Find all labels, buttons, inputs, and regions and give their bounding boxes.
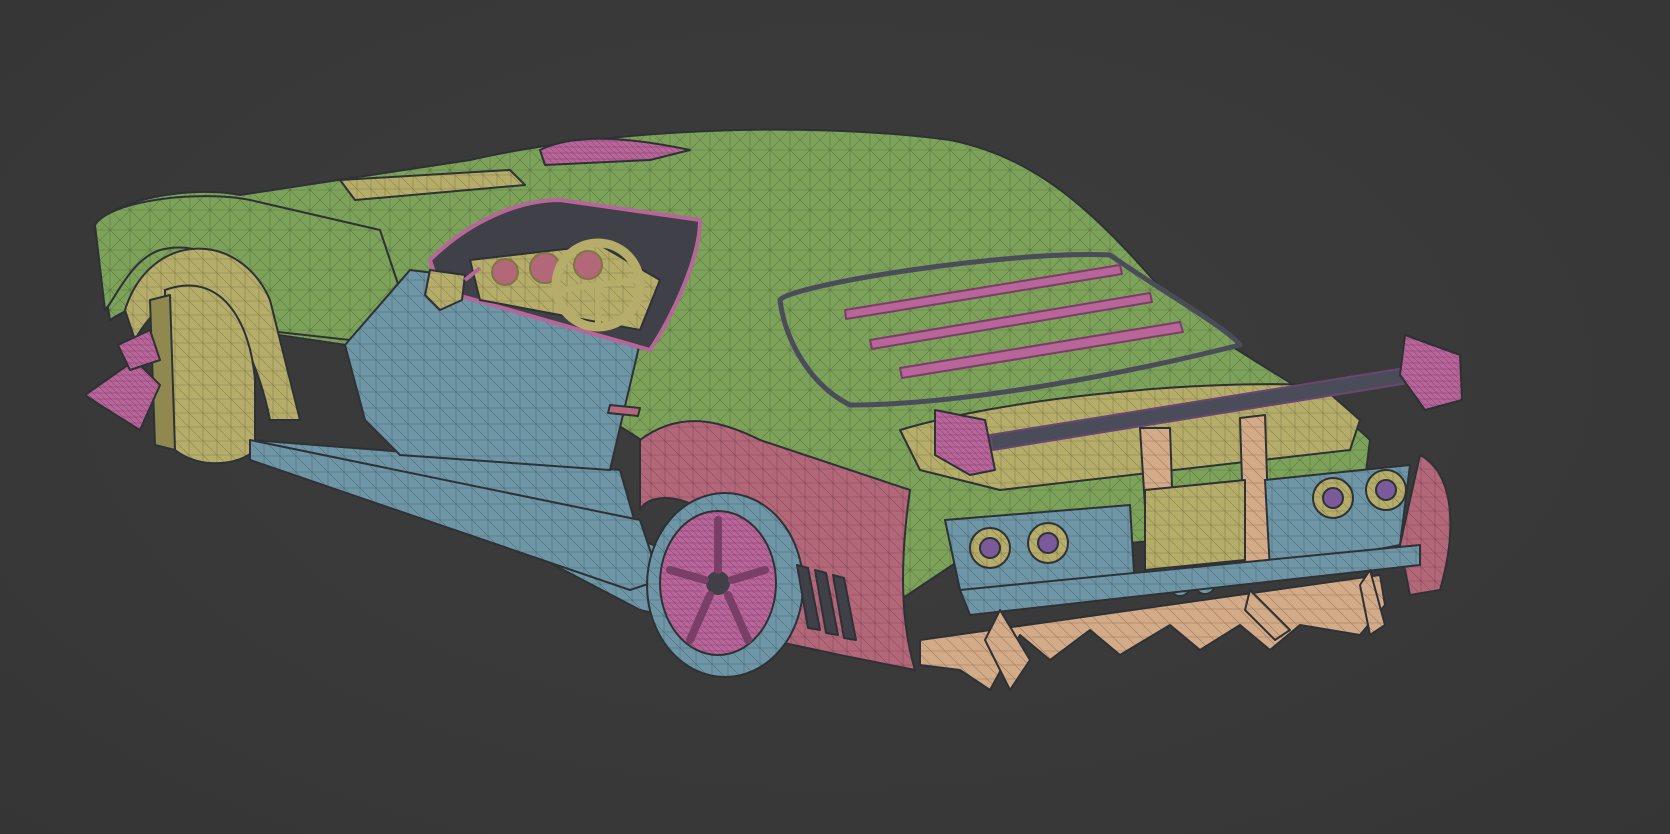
tail-light-1-bulb — [979, 537, 1001, 559]
3d-viewport[interactable] — [0, 0, 1670, 834]
door-handle — [607, 404, 641, 417]
wing-endplate-right — [1399, 334, 1463, 411]
tail-light-4-bulb — [1375, 479, 1397, 501]
gauge-1 — [491, 258, 519, 286]
car-model[interactable] — [84, 128, 1463, 691]
tail-light-3-bulb — [1322, 487, 1344, 509]
front-splitter-fin — [84, 359, 161, 431]
license-plate-recess — [1144, 479, 1246, 571]
gauge-3 — [573, 250, 603, 280]
tail-light-2-bulb — [1037, 532, 1059, 554]
front-rim-inner — [149, 294, 176, 451]
